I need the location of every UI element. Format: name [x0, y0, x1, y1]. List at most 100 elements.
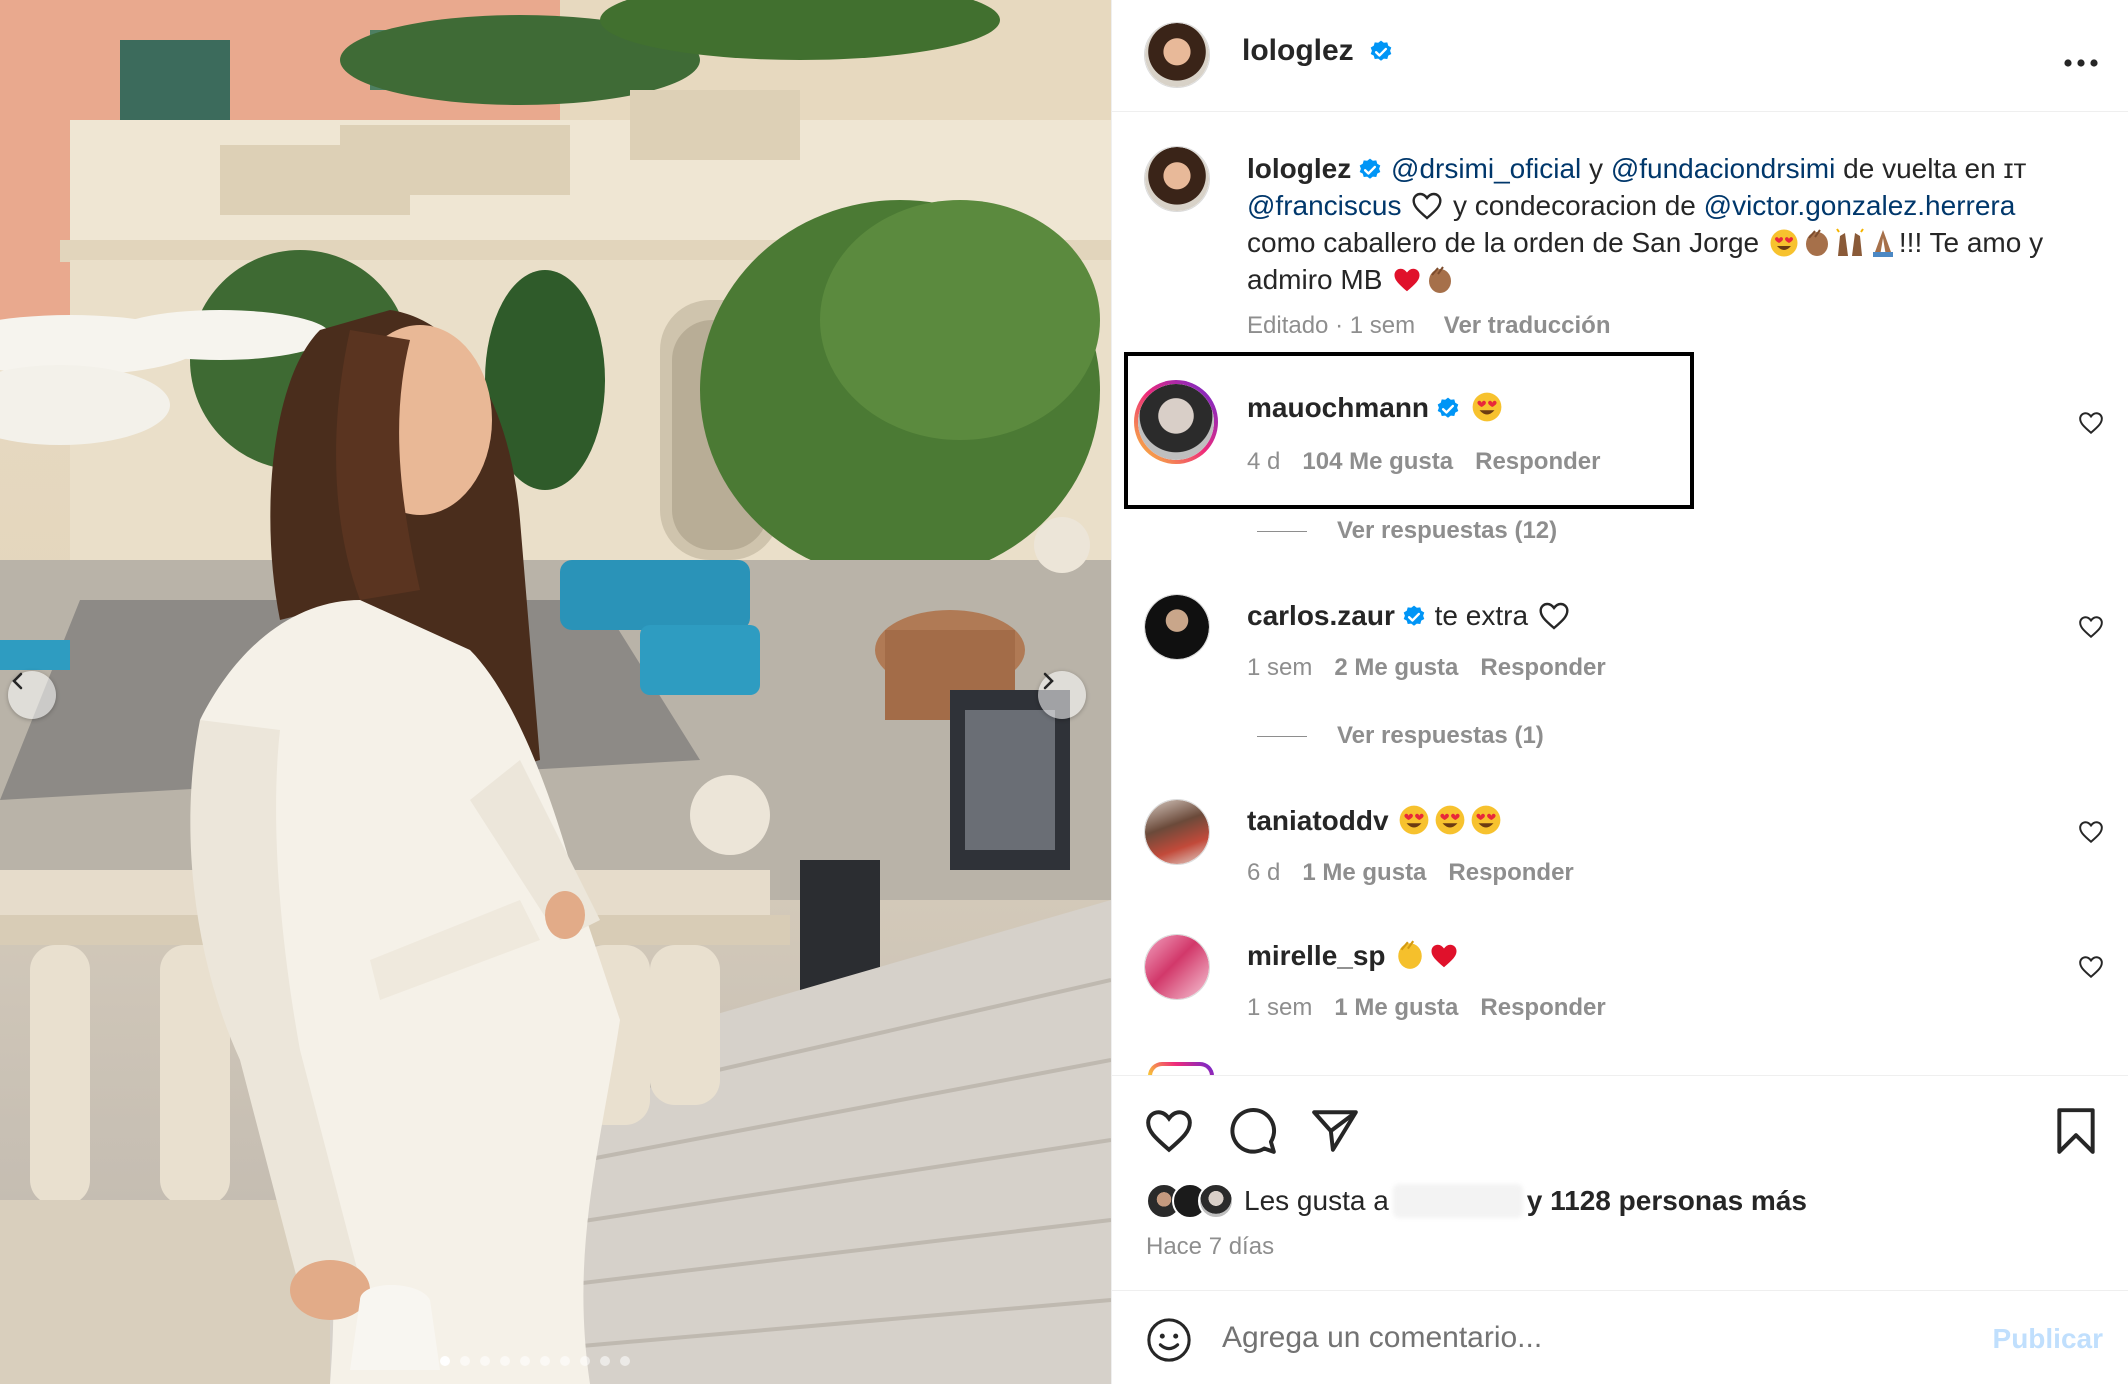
liked-by-username-redacted[interactable] [1392, 1184, 1523, 1218]
see-translation-button[interactable]: Ver traducción [1444, 312, 1611, 339]
comment-text: taniatoddv [1247, 803, 1504, 839]
verified-badge-icon [1359, 158, 1381, 179]
carousel-dot[interactable] [480, 1356, 490, 1366]
caption-author-avatar[interactable] [1144, 146, 1210, 212]
comment-likes[interactable]: 2 Me gusta [1334, 654, 1458, 681]
comment-meta: 1 sem 1 Me gusta Responder [1247, 994, 1628, 1022]
like-heart-icon[interactable] [1144, 1106, 1194, 1156]
comment-meta: 6 d 1 Me gusta Responder [1247, 859, 1596, 887]
comment-username[interactable]: taniatoddv [1247, 805, 1389, 836]
comment-bubble-icon[interactable] [1228, 1106, 1278, 1156]
post-caption: lologlez @drsimi_oficial y @fundaciondrs… [1247, 150, 2097, 298]
comment-avatar[interactable] [1144, 934, 1210, 1000]
photo-illustration [0, 0, 1111, 1384]
carousel-next-button[interactable] [1038, 671, 1086, 719]
mention-link[interactable]: @victor.gonzalez.herrera [1704, 190, 2016, 221]
reply-button[interactable]: Responder [1480, 994, 1605, 1021]
comment-meta: 4 d 104 Me gusta Responder [1247, 448, 1622, 476]
comment-time: 1 sem [1247, 994, 1313, 1021]
verified-badge-icon [1403, 605, 1425, 626]
heart-eyes-emoji-icon [1770, 229, 1798, 257]
post-header: lologlez [1112, 0, 2128, 112]
carousel-prev-button[interactable] [8, 671, 56, 719]
mention-link[interactable]: @drsimi_oficial [1391, 153, 1581, 184]
carousel-dot[interactable] [600, 1356, 610, 1366]
carousel-dot[interactable] [520, 1356, 530, 1366]
carousel-dots [440, 1356, 630, 1366]
reply-button[interactable]: Responder [1475, 448, 1600, 475]
comment-time: 1 sem [1247, 654, 1313, 681]
mention-link[interactable]: @franciscus [1247, 190, 1401, 221]
folded-hands-emoji-icon [1872, 230, 1893, 257]
like-comment-heart-icon[interactable] [2078, 954, 2104, 980]
comment-text: mauochmann [1247, 390, 1505, 426]
heart-eyes-emoji-icon [1435, 805, 1465, 835]
comment-text: carlos.zaur te extra [1247, 598, 1572, 634]
carousel-dot[interactable] [580, 1356, 590, 1366]
post-date[interactable]: Hace 7 días [1146, 1233, 1274, 1261]
comment-body: te extra [1434, 600, 1529, 631]
post-photo [0, 0, 1111, 1384]
carousel-dot[interactable] [460, 1356, 470, 1366]
white-heart-emoji-icon [1539, 602, 1569, 630]
comment-meta: 1 sem 2 Me gusta Responder [1247, 654, 1628, 682]
comment-username[interactable]: mirelle_sp [1247, 940, 1386, 971]
author-avatar[interactable] [1144, 22, 1210, 88]
chevron-left-icon [12, 672, 23, 690]
mention-link[interactable]: @fundaciondrsimi [1611, 153, 1836, 184]
carousel-dot[interactable] [620, 1356, 630, 1366]
caption-text: !!! Te amo y [1898, 227, 2044, 258]
caption-text: como caballero de la orden de San Jorge [1247, 227, 1760, 258]
verified-badge-icon [1370, 40, 1392, 61]
carousel-dot[interactable] [440, 1356, 450, 1366]
caption-author-username[interactable]: lologlez [1247, 153, 1351, 184]
carousel-dot[interactable] [560, 1356, 570, 1366]
comment-username[interactable]: mauochmann [1247, 392, 1429, 423]
comment-time: 4 d [1247, 448, 1281, 475]
clap-emoji-icon [1429, 266, 1452, 293]
clap-emoji-icon [1398, 940, 1423, 969]
carousel-dot[interactable] [500, 1356, 510, 1366]
comment-likes[interactable]: 1 Me gusta [1334, 994, 1458, 1021]
liked-by-avatars[interactable] [1146, 1183, 1234, 1219]
comment-likes[interactable]: 1 Me gusta [1302, 859, 1426, 886]
heart-eyes-emoji-icon [1471, 805, 1501, 835]
comment-time: 6 d [1247, 859, 1281, 886]
save-bookmark-icon[interactable] [2051, 1106, 2101, 1156]
emoji-picker-icon[interactable] [1146, 1317, 1192, 1363]
comment-avatar[interactable] [1144, 799, 1210, 865]
carousel-dot[interactable] [540, 1356, 550, 1366]
white-heart-emoji-icon [1412, 192, 1442, 220]
likes-summary: Les gusta a y 1128 personas más [1146, 1183, 1807, 1219]
share-send-icon[interactable] [1310, 1106, 1360, 1156]
post-details-panel: lologlez lologlez @drsimi_oficial y @fun… [1111, 0, 2128, 1384]
author-username-text[interactable]: lologlez [1242, 34, 1354, 67]
clap-emoji-icon [1805, 229, 1828, 256]
liked-by-avatar[interactable] [1198, 1183, 1234, 1219]
verified-badge-icon [1437, 397, 1459, 418]
like-comment-heart-icon[interactable] [2078, 614, 2104, 640]
comment-likes[interactable]: 104 Me gusta [1302, 448, 1453, 475]
raising-hands-emoji-icon [1836, 228, 1864, 256]
comment-avatar[interactable] [1144, 594, 1210, 660]
reply-button[interactable]: Responder [1448, 859, 1573, 886]
view-replies-button[interactable]: Ver respuestas (12) [1337, 517, 1557, 545]
more-options-button[interactable] [2063, 38, 2099, 77]
caption-text: y condecoracion de [1445, 190, 1704, 221]
chevron-right-icon [1043, 672, 1054, 690]
heart-eyes-emoji-icon [1472, 392, 1502, 422]
more-horizontal-icon [2064, 59, 2098, 67]
view-replies-button[interactable]: Ver respuestas (1) [1337, 722, 1544, 750]
comment-input[interactable] [1222, 1313, 1922, 1363]
comment-username[interactable]: carlos.zaur [1247, 600, 1395, 631]
comment-avatar[interactable] [1134, 380, 1218, 464]
likes-count[interactable]: y 1128 personas más [1527, 1185, 1807, 1217]
reply-button[interactable]: Responder [1480, 654, 1605, 681]
like-comment-heart-icon[interactable] [2078, 819, 2104, 845]
publish-button[interactable]: Publicar [1993, 1323, 2103, 1355]
comment-avatar-partial[interactable] [1148, 1062, 1214, 1076]
like-comment-heart-icon[interactable] [2078, 410, 2104, 436]
caption-text: y [1581, 153, 1611, 184]
red-heart-emoji-icon [1431, 944, 1457, 968]
author-username[interactable]: lologlez [1242, 34, 1394, 68]
